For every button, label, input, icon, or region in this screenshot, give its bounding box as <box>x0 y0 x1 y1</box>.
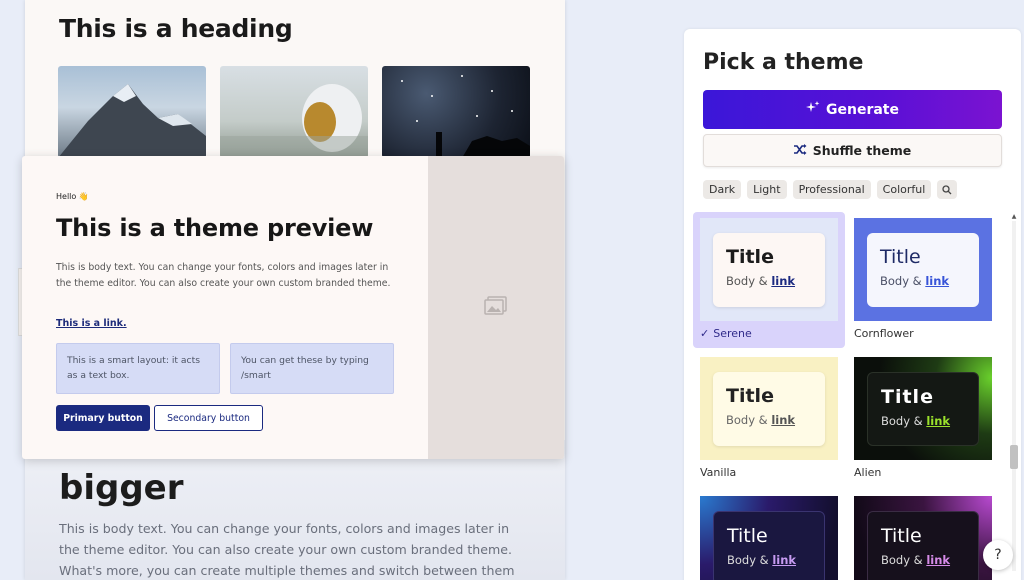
preview-image-placeholder <box>428 156 564 459</box>
preview-title: This is a theme preview <box>56 214 374 242</box>
smart-layout-box: You can get these by typing /smart <box>230 343 394 394</box>
astronaut-image <box>220 66 368 158</box>
theme-sample-title: Title <box>880 246 921 268</box>
theme-sample-link: link <box>772 553 797 567</box>
theme-tile-cornflower[interactable]: Title Body & link Cornflower <box>847 212 999 348</box>
preview-hello: Hello 👋 <box>56 192 89 201</box>
preview-link[interactable]: This is a link. <box>56 318 127 329</box>
theme-sample-body: Body & <box>881 553 923 567</box>
sparkle-icon <box>806 100 820 119</box>
theme-sample-body: Body & <box>881 414 923 428</box>
deck-heading: This is a heading <box>59 14 293 43</box>
theme-tile-serene[interactable]: Title Body & link ✓ Serene <box>693 212 845 348</box>
check-icon: ✓ <box>700 327 710 340</box>
smart-layout-box: This is a smart layout: it acts as a tex… <box>56 343 220 394</box>
theme-sample-title: Title <box>726 246 774 268</box>
secondary-button[interactable]: Secondary button <box>154 405 263 431</box>
theme-name: Vanilla <box>700 466 737 479</box>
theme-tile-vanilla[interactable]: Title Body & link Vanilla <box>693 351 845 487</box>
shuffle-label: Shuffle theme <box>812 143 912 158</box>
theme-sample-body: Body & <box>880 274 922 288</box>
theme-sample-link: link <box>771 274 796 288</box>
chip-dark[interactable]: Dark <box>703 180 742 199</box>
theme-tile-alien[interactable]: Title Body & link Alien <box>847 351 999 487</box>
night-sky-image <box>382 66 530 158</box>
help-button[interactable]: ? <box>983 540 1013 570</box>
scrollbar-track[interactable] <box>1012 221 1016 571</box>
deck-lower-section: bigger This is body text. You can change… <box>25 440 565 580</box>
theme-tile-5[interactable]: Title Body & link <box>693 490 845 580</box>
theme-sample-body: Body & <box>726 274 768 288</box>
theme-name: Alien <box>854 466 882 479</box>
theme-sample-title: Title <box>881 386 934 408</box>
theme-tile-6[interactable]: Title Body & link <box>847 490 999 580</box>
deck-lower-heading: bigger <box>59 468 184 508</box>
theme-name: Cornflower <box>854 327 914 340</box>
mountain-image <box>58 66 206 158</box>
theme-preview-card: Hello 👋 This is a theme preview This is … <box>22 156 564 459</box>
chip-colorful[interactable]: Colorful <box>876 180 932 199</box>
theme-sample-title: Title <box>727 525 768 547</box>
shuffle-theme-button[interactable]: Shuffle theme <box>703 134 1002 167</box>
preview-body-text: This is body text. You can change your f… <box>56 262 391 289</box>
theme-sample-title: Title <box>726 385 774 407</box>
theme-name: ✓ Serene <box>700 327 752 340</box>
shuffle-icon <box>793 143 807 158</box>
generate-button[interactable]: Generate <box>703 90 1002 129</box>
theme-picker-panel: Pick a theme Generate Shuffle theme Dark… <box>684 29 1021 580</box>
image-placeholder-icon <box>484 295 508 320</box>
primary-button[interactable]: Primary button <box>56 405 150 431</box>
chip-professional[interactable]: Professional <box>792 180 871 199</box>
theme-sample-link: link <box>926 414 951 428</box>
deck-lower-body: This is body text. You can change your f… <box>59 521 515 578</box>
generate-label: Generate <box>826 101 899 118</box>
theme-sample-link: link <box>925 274 950 288</box>
theme-sample-body: Body & <box>727 553 769 567</box>
theme-filter-chips: Dark Light Professional Colorful <box>703 180 958 199</box>
theme-sample-link: link <box>771 413 796 427</box>
panel-title: Pick a theme <box>703 50 864 75</box>
chip-light[interactable]: Light <box>747 180 787 199</box>
theme-sample-link: link <box>926 553 951 567</box>
scroll-up-arrow-icon[interactable]: ▲ <box>1010 213 1018 221</box>
theme-grid-scrollbar[interactable]: ▲ <box>1009 213 1019 580</box>
theme-sample-body: Body & <box>726 413 768 427</box>
theme-grid: Title Body & link ✓ Serene Title Body & l… <box>693 212 1009 580</box>
scrollbar-thumb[interactable] <box>1010 445 1018 469</box>
theme-sample-title: Title <box>881 525 922 547</box>
search-icon[interactable] <box>937 180 958 199</box>
